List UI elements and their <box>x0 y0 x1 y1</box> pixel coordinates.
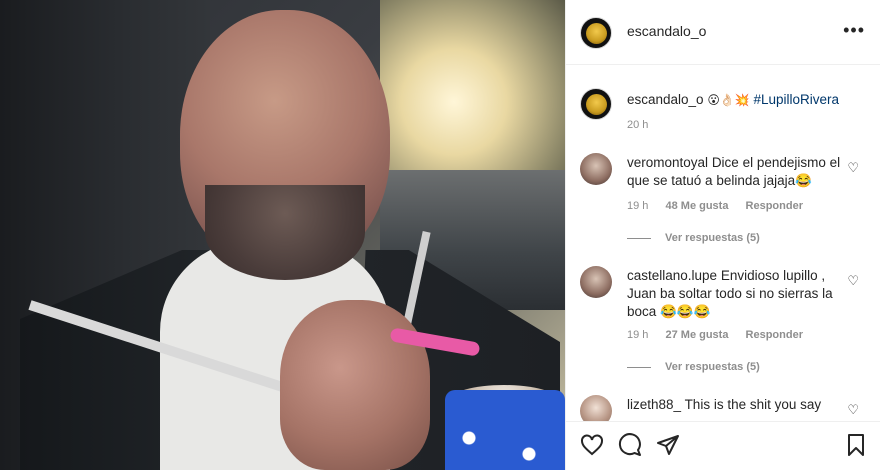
caption-text: escandalo_o 😮👌🏻💥 #LupilloRivera <box>627 91 867 109</box>
reply-button[interactable]: Responder <box>746 329 803 341</box>
divider <box>627 237 651 239</box>
view-replies-button[interactable]: Ver respuestas (5) <box>627 361 760 373</box>
comment-time: 19 h <box>627 200 649 212</box>
post-view: escandalo_o ••• escandalo_o 😮👌🏻💥 #Lupill… <box>0 0 880 470</box>
avatar[interactable] <box>580 17 612 49</box>
comment-text: lizeth88_ This is the shit you say <box>627 396 842 414</box>
post-video[interactable] <box>0 0 565 470</box>
comment-username[interactable]: veromontoyal <box>627 155 708 170</box>
comment-icon[interactable] <box>618 433 642 457</box>
comment-meta: 19 h 48 Me gusta Responder <box>627 200 817 212</box>
comment-username[interactable]: castellano.lupe <box>627 268 717 283</box>
hand <box>280 300 430 470</box>
comment-time: 19 h <box>627 329 649 341</box>
beard <box>205 185 365 280</box>
reply-button[interactable]: Responder <box>746 200 803 212</box>
replies-label: Ver respuestas (5) <box>665 232 760 244</box>
caption-emojis: 😮👌🏻💥 <box>707 93 750 107</box>
heart-icon[interactable]: ♡ <box>847 273 859 289</box>
avatar-logo <box>585 22 607 44</box>
avatar[interactable] <box>580 153 612 185</box>
comment-meta: 19 h 27 Me gusta Responder <box>627 329 817 341</box>
comment-likes[interactable]: 48 Me gusta <box>665 200 728 212</box>
post-header: escandalo_o ••• <box>566 0 880 65</box>
caption-time: 20 h <box>627 119 649 131</box>
avatar[interactable] <box>580 266 612 298</box>
header-username[interactable]: escandalo_o <box>627 23 706 39</box>
comment-likes[interactable]: 27 Me gusta <box>665 329 728 341</box>
comment-text: veromontoyal Dice el pendejismo el que s… <box>627 154 842 190</box>
action-bar <box>566 421 880 470</box>
heart-icon[interactable]: ♡ <box>847 160 859 176</box>
avatar[interactable] <box>580 88 612 120</box>
comment-text: castellano.lupe Envidioso lupillo , Juan… <box>627 267 842 321</box>
window-sky <box>380 0 565 170</box>
caption-hashtag[interactable]: #LupilloRivera <box>754 92 840 107</box>
divider <box>627 366 651 368</box>
heart-icon[interactable] <box>580 433 604 457</box>
comment-body: This is the shit you say <box>684 397 822 412</box>
heart-icon[interactable]: ♡ <box>847 402 859 418</box>
caption: escandalo_o 😮👌🏻💥 #LupilloRivera 20 h <box>566 84 880 144</box>
comment-username[interactable]: lizeth88_ <box>627 397 681 412</box>
replies-label: Ver respuestas (5) <box>665 361 760 373</box>
more-options-icon[interactable]: ••• <box>843 20 865 41</box>
share-icon[interactable] <box>656 433 680 457</box>
bookmark-icon[interactable] <box>844 433 868 457</box>
ice-cream-cup <box>445 390 565 470</box>
caption-username[interactable]: escandalo_o <box>627 92 704 107</box>
comments-panel: escandalo_o ••• escandalo_o 😮👌🏻💥 #Lupill… <box>565 0 880 470</box>
view-replies-button[interactable]: Ver respuestas (5) <box>627 232 760 244</box>
avatar-logo <box>585 93 607 115</box>
